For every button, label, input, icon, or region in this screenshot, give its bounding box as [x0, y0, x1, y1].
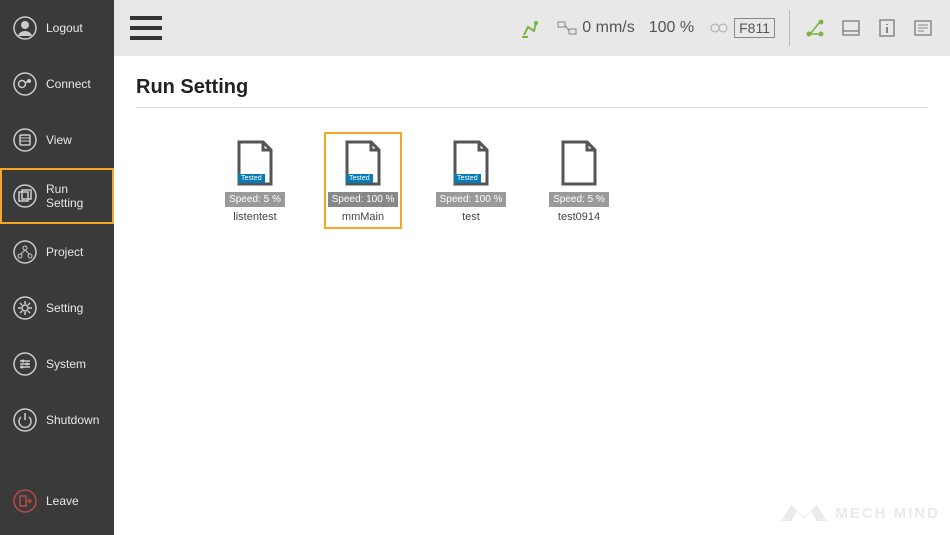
run-setting-icon — [12, 183, 38, 209]
speed-value: 0 mm/s — [582, 19, 634, 37]
program-name: test — [462, 211, 480, 223]
tested-badge: Tested — [346, 174, 373, 183]
sidebar-item-system[interactable]: System — [0, 336, 114, 392]
gear-icon — [12, 295, 38, 321]
divider — [136, 107, 928, 108]
page-title: Run Setting — [136, 76, 928, 99]
menu-button[interactable] — [130, 16, 162, 40]
sidebar-item-label: Shutdown — [46, 413, 99, 427]
info-icon[interactable] — [876, 17, 898, 39]
content-area: Run Setting Tested Speed: 5 % listentest… — [114, 56, 950, 535]
power-icon — [12, 407, 38, 433]
sidebar-item-project[interactable]: Project — [0, 224, 114, 280]
percent-status: 100 % — [649, 19, 694, 37]
sidebar-item-shutdown[interactable]: Shutdown — [0, 392, 114, 448]
program-list: Tested Speed: 5 % listentest Tested Spee… — [136, 132, 928, 229]
robot-status-icon — [520, 17, 542, 39]
sidebar-item-connect[interactable]: Connect — [0, 56, 114, 112]
sidebar-item-setting[interactable]: Setting — [0, 280, 114, 336]
panel-icon-2[interactable] — [912, 17, 934, 39]
speed-badge: Speed: 100 % — [436, 192, 507, 207]
tested-badge: Tested — [238, 174, 265, 183]
sidebar-item-logout[interactable]: Logout — [0, 0, 114, 56]
speed-icon — [556, 17, 578, 39]
document-icon: Tested — [449, 138, 493, 188]
sidebar-item-leave[interactable]: Leave — [0, 473, 114, 529]
program-item[interactable]: Tested Speed: 100 % test — [432, 132, 510, 229]
main-area: 0 mm/s 100 % F811 Run Setting — [114, 0, 950, 535]
speed-status: 0 mm/s — [556, 17, 634, 39]
sidebar-item-label: Project — [46, 245, 83, 259]
sidebar-item-label: Logout — [46, 21, 83, 35]
view-icon — [12, 127, 38, 153]
topbar: 0 mm/s 100 % F811 — [114, 0, 950, 56]
percent-value: 100 % — [649, 19, 694, 37]
divider — [789, 10, 790, 46]
sidebar-item-run-setting[interactable]: Run Setting — [0, 168, 114, 224]
fcode-status: F811 — [708, 17, 775, 39]
document-icon: Tested — [341, 138, 385, 188]
watermark: MECH MIND — [779, 501, 940, 525]
exit-icon — [12, 488, 38, 514]
project-icon — [12, 239, 38, 265]
fcode-value: F811 — [734, 18, 775, 38]
document-icon — [557, 138, 601, 188]
program-item[interactable]: Speed: 5 % test0914 — [540, 132, 618, 229]
sidebar-item-label: System — [46, 357, 86, 371]
program-name: test0914 — [558, 211, 600, 223]
document-icon: Tested — [233, 138, 277, 188]
sidebar-item-label: Leave — [46, 494, 79, 508]
tested-badge: Tested — [454, 174, 481, 183]
sidebar-item-label: Setting — [46, 301, 83, 315]
sidebar-item-label: View — [46, 133, 72, 147]
program-item[interactable]: Tested Speed: 100 % mmMain — [324, 132, 402, 229]
program-item[interactable]: Tested Speed: 5 % listentest — [216, 132, 294, 229]
system-icon — [12, 351, 38, 377]
link-icon — [708, 17, 730, 39]
user-icon — [12, 15, 38, 41]
connect-icon — [12, 71, 38, 97]
program-name: mmMain — [342, 211, 384, 223]
sidebar-item-label: Connect — [46, 77, 91, 91]
speed-badge: Speed: 5 % — [225, 192, 285, 207]
sidebar-item-view[interactable]: View — [0, 112, 114, 168]
network-icon[interactable] — [804, 17, 826, 39]
sidebar: Logout Connect View Run Setting Project … — [0, 0, 114, 535]
program-name: listentest — [233, 211, 276, 223]
panel-icon-1[interactable] — [840, 17, 862, 39]
watermark-text: MECH MIND — [835, 505, 940, 522]
speed-badge: Speed: 100 % — [328, 192, 399, 207]
sidebar-item-label: Run Setting — [46, 182, 104, 210]
speed-badge: Speed: 5 % — [549, 192, 609, 207]
